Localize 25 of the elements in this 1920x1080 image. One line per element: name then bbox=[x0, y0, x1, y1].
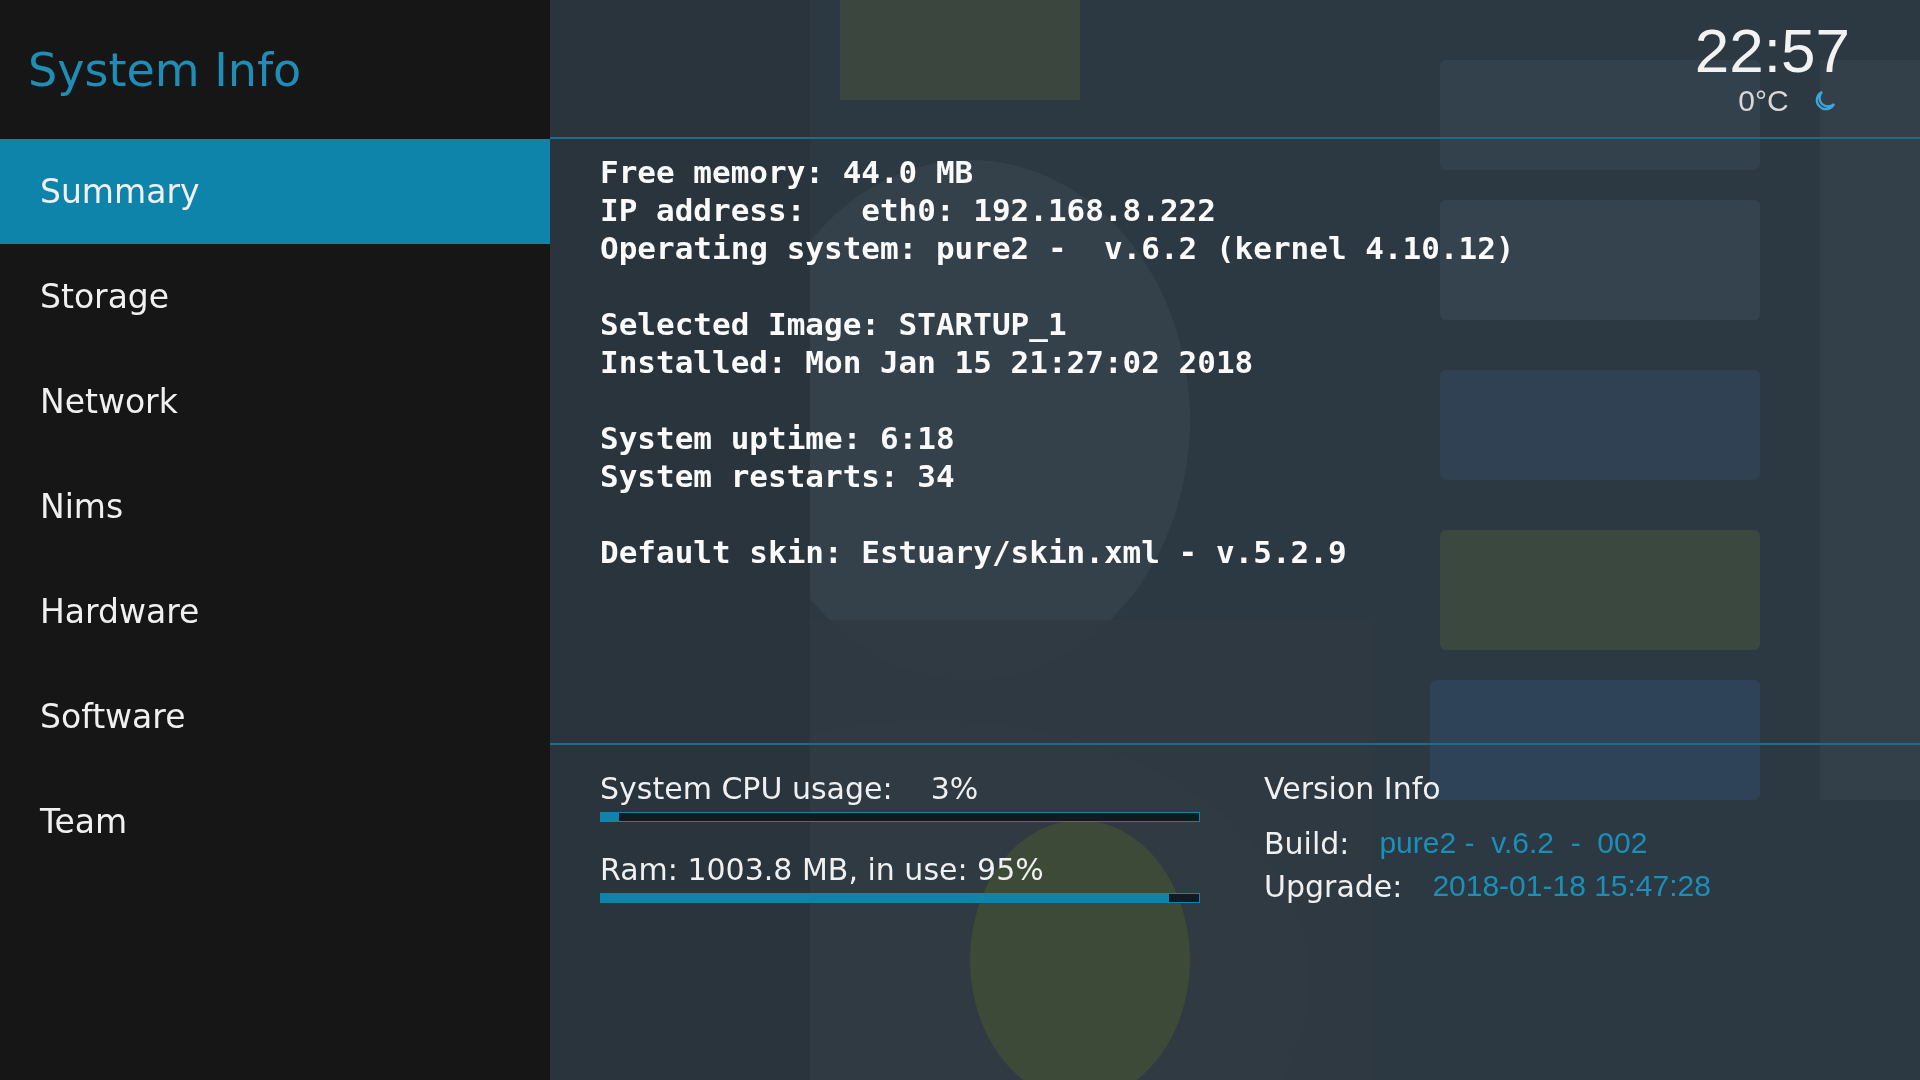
menu-item[interactable]: Storage bbox=[0, 244, 550, 349]
field-value: pure2 - v.6.2 - 002 bbox=[1379, 826, 1648, 861]
temperature: 0°C bbox=[1738, 84, 1789, 118]
info-line: IP address: eth0: 192.168.8.222 bbox=[600, 191, 1217, 229]
page-title: System Info bbox=[28, 42, 302, 97]
section-heading: Version Info bbox=[1264, 771, 1442, 806]
menu-item[interactable]: Hardware bbox=[0, 559, 550, 664]
field-label: Build: bbox=[1264, 826, 1350, 861]
menu-item[interactable]: Network bbox=[0, 349, 550, 454]
info-line: Free memory: 44.0 MB bbox=[600, 153, 975, 191]
menu-item[interactable]: Nims bbox=[0, 454, 550, 559]
menu-item[interactable]: Team bbox=[0, 769, 550, 874]
meter-label: Ram: 1003.8 MB, in use: 95% bbox=[600, 852, 1045, 887]
menu-item[interactable]: Software bbox=[0, 664, 550, 769]
meter-label: System CPU usage: 3% bbox=[600, 771, 980, 806]
info-line: System uptime: 6:18 bbox=[600, 419, 956, 457]
info-line: Selected Image: STARTUP_1 bbox=[600, 305, 1068, 343]
info-line: Installed: Mon Jan 15 21:27:02 2018 bbox=[600, 343, 1255, 381]
clock-time: 22:57 bbox=[1694, 18, 1850, 84]
info-line: Operating system: pure2 - v.6.2 (kernel 4.10.12) bbox=[600, 229, 1516, 267]
field-label: Upgrade: bbox=[1264, 869, 1403, 904]
field-value: 2018-01-18 15:47:28 bbox=[1432, 869, 1711, 904]
info-line: System restarts: 34 bbox=[600, 457, 956, 495]
info-line: Default skin: Estuary/skin.xml - v.5.2.9 bbox=[600, 533, 1348, 571]
menu-item[interactable]: Summary bbox=[0, 139, 550, 244]
